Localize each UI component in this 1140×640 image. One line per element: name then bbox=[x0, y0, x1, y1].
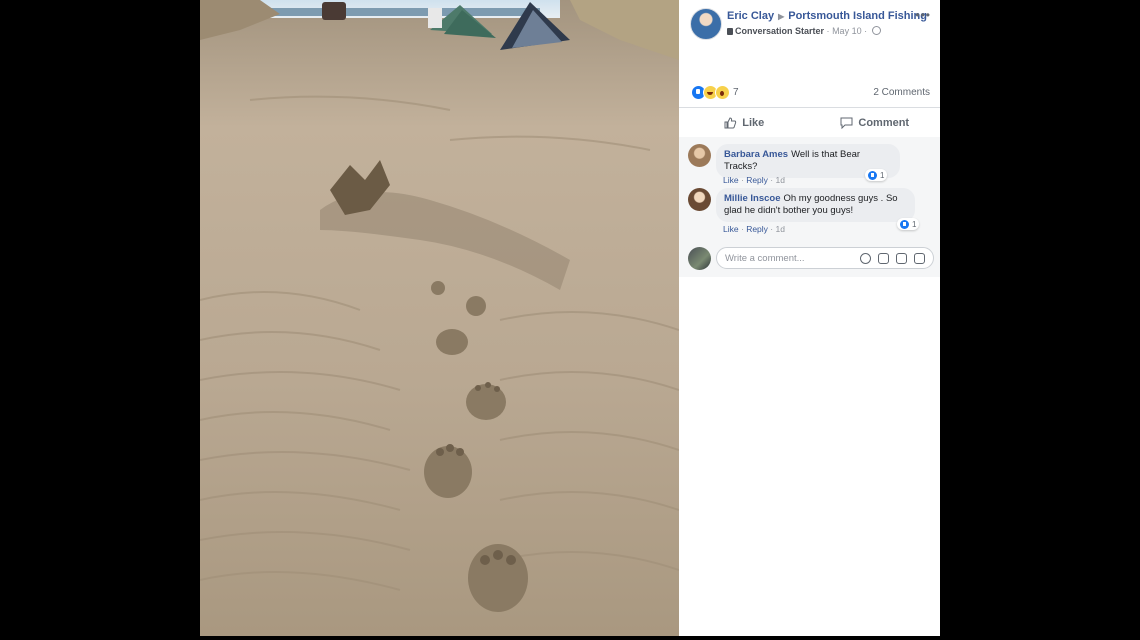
comment-button[interactable]: Comment bbox=[810, 117, 941, 129]
write-comment-input[interactable]: Write a comment... bbox=[716, 247, 934, 269]
meta-separator-2: · bbox=[864, 26, 868, 36]
comment-reaction-badge[interactable]: 1 bbox=[897, 218, 920, 230]
gif-icon[interactable] bbox=[896, 253, 907, 264]
post-actions-bar: Like Comment bbox=[679, 107, 940, 139]
badge-icon bbox=[727, 28, 733, 35]
reaction-count: 7 bbox=[733, 86, 739, 98]
commenter-avatar[interactable] bbox=[688, 188, 711, 211]
comments-section: Barbara Ames Well is that Bear Tracks? 1 … bbox=[679, 137, 940, 277]
author-avatar[interactable] bbox=[690, 8, 722, 40]
emoji-icon[interactable] bbox=[860, 253, 871, 264]
comment-age[interactable]: 1d bbox=[776, 224, 785, 234]
comment-count-link[interactable]: 2 Comments bbox=[873, 87, 930, 98]
globe-icon bbox=[871, 26, 881, 35]
post-panel: Eric Clay ▶ Portsmouth Island Fishing ••• … bbox=[679, 0, 940, 636]
wow-reaction-icon bbox=[715, 84, 730, 100]
camera-icon[interactable] bbox=[878, 253, 889, 264]
comment-actions-separator: · bbox=[740, 224, 744, 234]
comment-reply-link[interactable]: Reply bbox=[746, 224, 768, 234]
comment-actions-separator: · bbox=[770, 175, 774, 185]
like-button[interactable]: Like bbox=[679, 117, 810, 129]
meta-separator: · bbox=[826, 26, 830, 36]
sticker-icon[interactable] bbox=[914, 253, 925, 264]
more-options-button[interactable]: ••• bbox=[915, 8, 931, 22]
author-name-link[interactable]: Eric Clay bbox=[727, 10, 774, 22]
conversation-starter-badge: Conversation Starter bbox=[735, 26, 825, 36]
commenter-name-link[interactable]: Millie Inscoe bbox=[724, 193, 781, 204]
composer-icons bbox=[860, 253, 925, 264]
comment-button-label: Comment bbox=[858, 117, 910, 129]
like-reaction-icon bbox=[868, 170, 877, 180]
commenter-name-link[interactable]: Barbara Ames bbox=[724, 149, 788, 160]
comment-actions: Like · Reply · 1d bbox=[723, 175, 785, 185]
comment-actions-separator: · bbox=[740, 175, 744, 185]
author-line: Eric Clay ▶ Portsmouth Island Fishing bbox=[727, 10, 927, 22]
like-reaction-icon bbox=[900, 219, 909, 229]
comment-reaction-count: 1 bbox=[880, 170, 885, 180]
group-name-link[interactable]: Portsmouth Island Fishing bbox=[788, 10, 927, 22]
comment-bubble: Millie Inscoe Oh my goodness guys . So gl… bbox=[716, 188, 915, 222]
commenter-avatar[interactable] bbox=[688, 144, 711, 167]
viewer-avatar bbox=[688, 247, 711, 270]
comment-like-link[interactable]: Like bbox=[723, 175, 739, 185]
comment-like-link[interactable]: Like bbox=[723, 224, 739, 234]
comment-age[interactable]: 1d bbox=[776, 175, 785, 185]
comment-icon bbox=[840, 117, 853, 129]
comment-reaction-badge[interactable]: 1 bbox=[865, 169, 888, 181]
comment-composer: Write a comment... bbox=[688, 247, 936, 271]
comment-reaction-count: 1 bbox=[912, 219, 917, 229]
post-photo[interactable] bbox=[200, 0, 679, 636]
write-comment-placeholder: Write a comment... bbox=[725, 253, 805, 264]
reaction-summary[interactable]: 7 bbox=[691, 84, 739, 100]
beach-bear-tracks-image bbox=[200, 0, 679, 636]
comment-reply-link[interactable]: Reply bbox=[746, 175, 768, 185]
thumbs-up-icon bbox=[724, 117, 737, 129]
post-meta: Conversation Starter · May 10 · bbox=[727, 26, 881, 36]
comment-actions: Like · Reply · 1d bbox=[723, 224, 785, 234]
like-button-label: Like bbox=[742, 117, 765, 129]
comment-actions-separator: · bbox=[770, 224, 774, 234]
caret-right-icon: ▶ bbox=[778, 12, 785, 21]
post-date-link[interactable]: May 10 bbox=[832, 26, 862, 36]
